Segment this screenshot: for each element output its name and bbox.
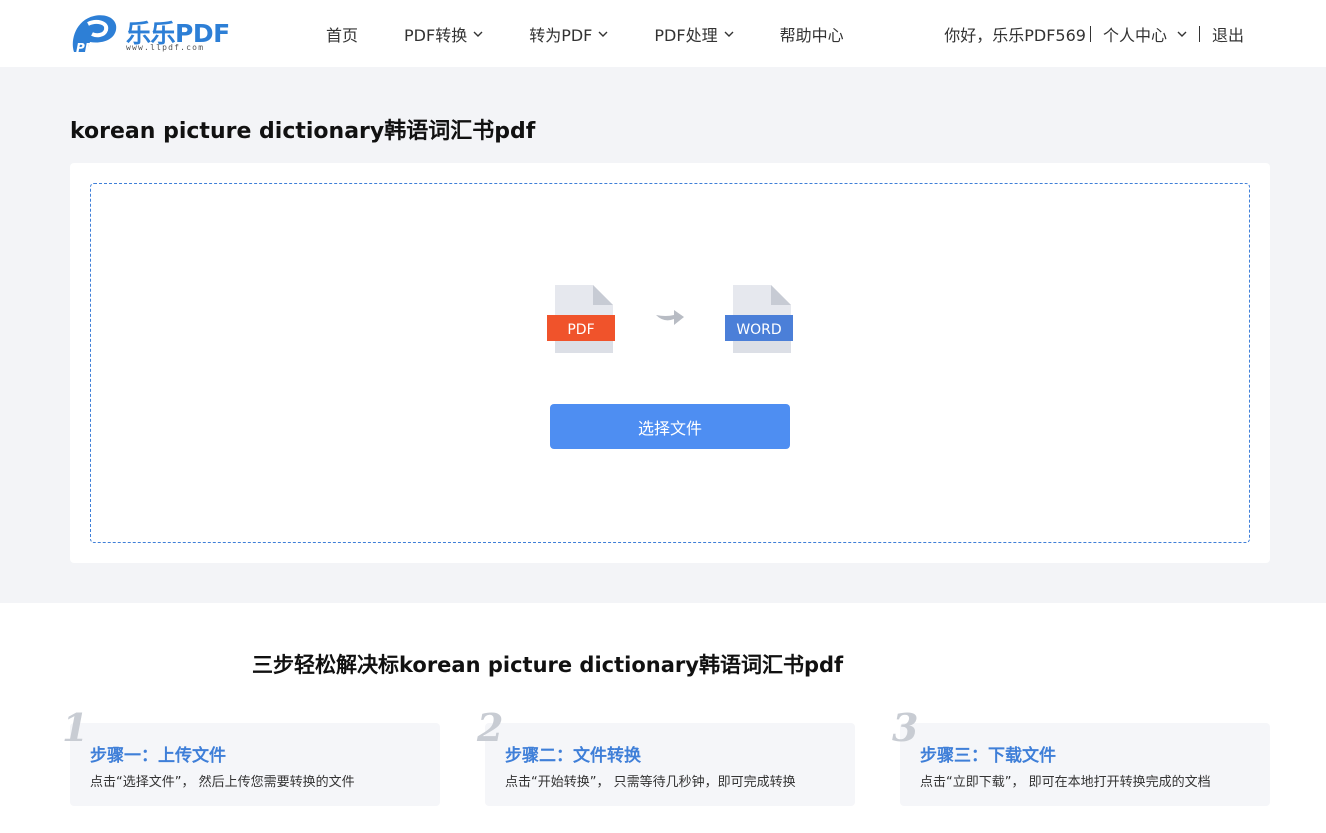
nav-item-home[interactable]: 首页 <box>326 22 358 46</box>
chevron-down-icon <box>598 31 608 37</box>
nav-item-label: 首页 <box>326 25 359 45</box>
step-number: 1 <box>62 705 89 750</box>
step-description: 点击“立即下载”， 即可在本地打开转换完成的文档 <box>920 775 1211 790</box>
logo-mark-text: PDF <box>76 41 104 54</box>
step-description: 点击“选择文件”， 然后上传您需要转换的文件 <box>90 775 355 790</box>
upload-card: PDF WORD 选择文件 <box>70 163 1270 563</box>
step-number: 3 <box>892 705 919 750</box>
word-icon-label: WORD <box>736 322 781 338</box>
step-card-1: 1 步骤一：上传文件 点击“选择文件”， 然后上传您需要转换的文件 <box>62 705 440 806</box>
chevron-down-icon <box>473 31 483 37</box>
step-description: 点击“开始转换”， 只需等待几秒钟，即可完成转换 <box>505 775 796 790</box>
step-title: 步骤一：上传文件 <box>90 746 226 766</box>
step-number: 2 <box>477 705 504 750</box>
logo-mark-icon: PDF <box>72 15 117 54</box>
user-area: 你好，乐乐PDF569 个人中心 退出 <box>944 0 1244 67</box>
user-center-label: 个人中心 <box>1102 25 1167 45</box>
top-header: PDF 乐乐PDF www.llpdf.com 首页 PDF转换 转为PDF P… <box>0 0 1326 67</box>
nav-item-help[interactable]: 帮助中心 <box>780 22 844 46</box>
main-area: korean picture dictionary韩语词汇书pdf PDF WO… <box>0 67 1326 603</box>
step-card-2: 2 步骤二：文件转换 点击“开始转换”， 只需等待几秒钟，即可完成转换 <box>477 705 855 806</box>
nav-item-label: 转为PDF <box>529 25 593 45</box>
select-file-button[interactable]: 选择文件 <box>550 404 790 449</box>
step-title: 步骤三：下载文件 <box>920 746 1056 766</box>
steps-title: 三步轻松解决标korean picture dictionary韩语词汇书pdf <box>252 653 844 677</box>
nav-item-label: 帮助中心 <box>779 25 844 45</box>
nav-item-label: PDF转换 <box>404 25 468 45</box>
user-greeting: 你好，乐乐PDF569 <box>944 25 1086 45</box>
site-logo[interactable]: PDF 乐乐PDF www.llpdf.com <box>68 10 238 56</box>
logo-url: www.llpdf.com <box>126 43 205 52</box>
chevron-down-icon <box>1177 31 1187 37</box>
file-dropzone[interactable]: PDF WORD 选择文件 <box>90 183 1250 543</box>
page-title: korean picture dictionary韩语词汇书pdf <box>70 119 536 144</box>
word-file-icon: WORD <box>725 285 793 353</box>
step-card-3: 3 步骤三：下载文件 点击“立即下载”， 即可在本地打开转换完成的文档 <box>892 705 1270 806</box>
nav-item-pdf-process[interactable]: PDF处理 <box>654 22 734 46</box>
pdf-file-icon: PDF <box>547 285 615 353</box>
nav-item-label: PDF处理 <box>654 25 718 45</box>
chevron-down-icon <box>724 31 734 37</box>
nav-item-pdf-convert[interactable]: PDF转换 <box>404 22 483 46</box>
pdf-icon-label: PDF <box>567 322 594 338</box>
step-title: 步骤二：文件转换 <box>505 746 641 766</box>
main-nav: 首页 PDF转换 转为PDF PDF处理 帮助中心 <box>326 0 890 67</box>
divider <box>1089 25 1091 42</box>
divider <box>1198 25 1200 42</box>
logout-link[interactable]: 退出 <box>1212 22 1244 46</box>
arrow-right-icon <box>656 310 684 325</box>
nav-item-to-pdf[interactable]: 转为PDF <box>529 22 608 46</box>
user-center-dropdown[interactable]: 个人中心 <box>1103 22 1187 46</box>
